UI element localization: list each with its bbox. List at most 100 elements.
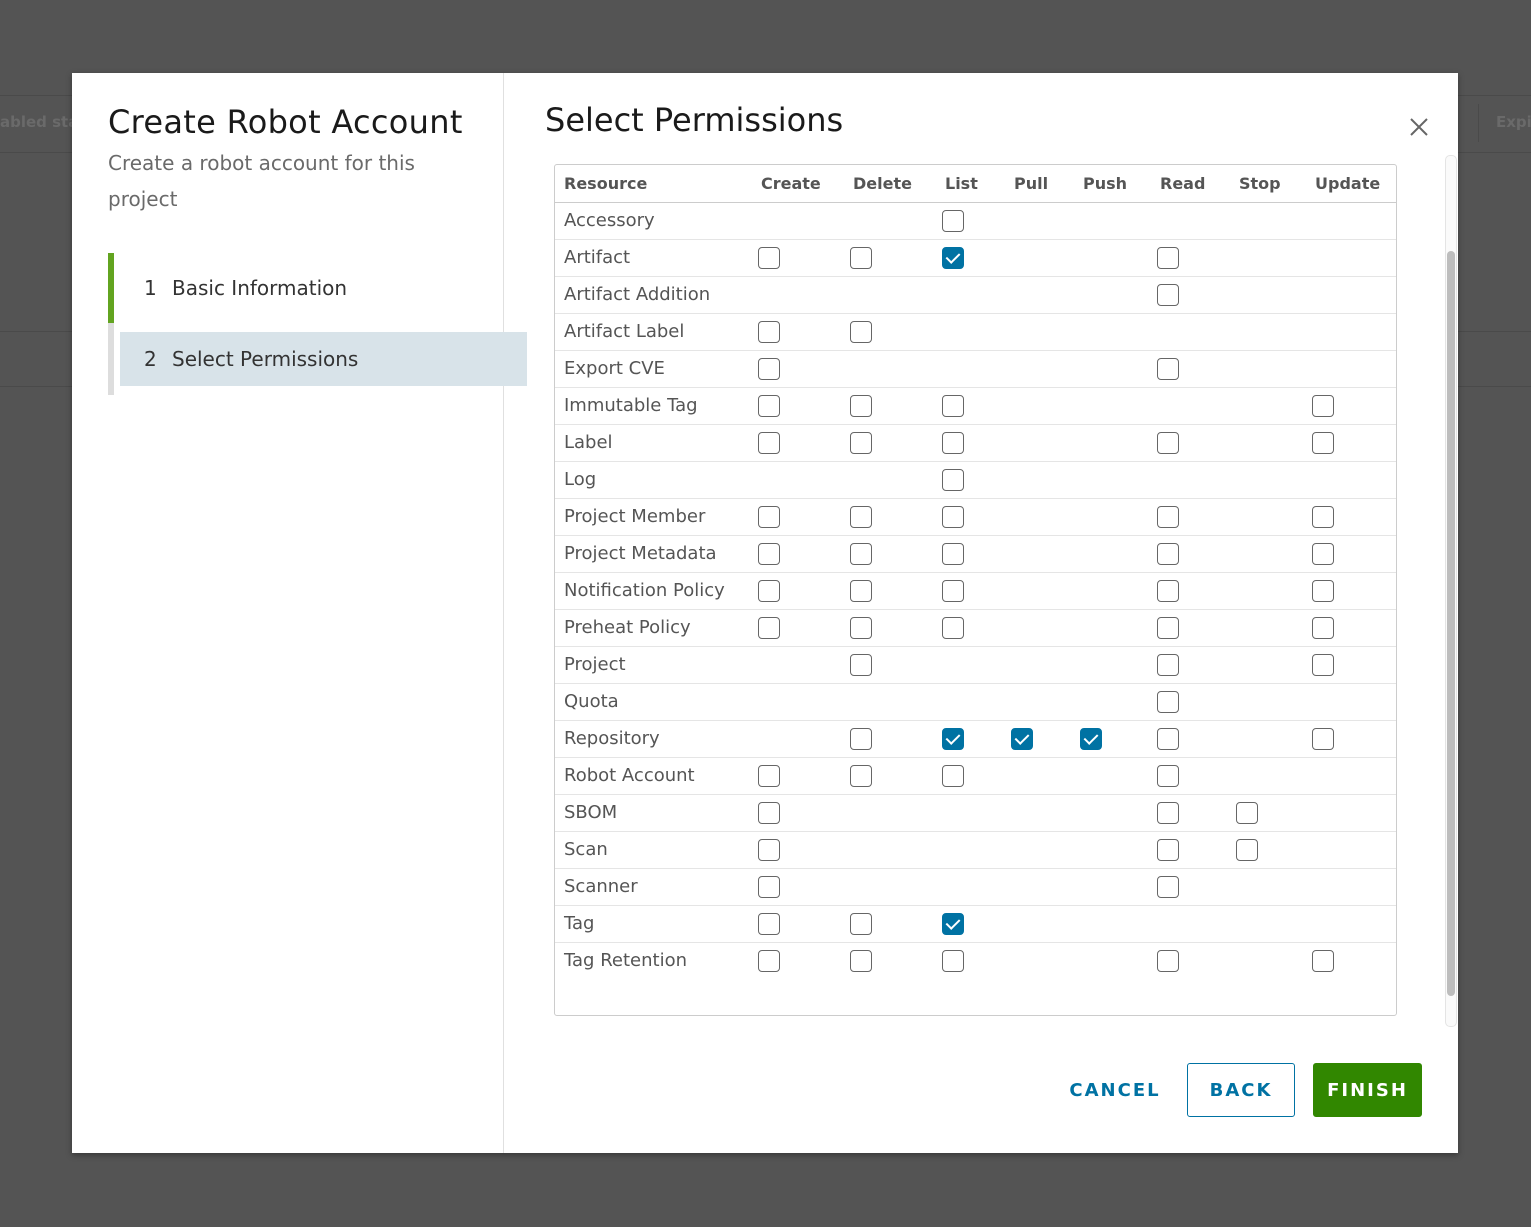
permission-checkbox-read[interactable] <box>1157 876 1179 898</box>
permission-cell-delete <box>844 794 936 832</box>
permission-cell-read <box>1151 498 1230 536</box>
finish-button[interactable]: FINISH <box>1313 1063 1422 1117</box>
permission-checkbox-update[interactable] <box>1312 432 1334 454</box>
permission-checkbox-create[interactable] <box>758 913 780 935</box>
permission-checkbox-update[interactable] <box>1312 728 1334 750</box>
step-basic-information[interactable]: 1 Basic Information <box>108 253 503 323</box>
permission-checkbox-list[interactable] <box>942 469 964 491</box>
permission-checkbox-create[interactable] <box>758 802 780 824</box>
permission-checkbox-create[interactable] <box>758 950 780 972</box>
permission-checkbox-delete[interactable] <box>850 432 872 454</box>
table-row: Accessory <box>555 202 1396 240</box>
permission-checkbox-delete[interactable] <box>850 765 872 787</box>
permission-checkbox-read[interactable] <box>1157 580 1179 602</box>
permission-checkbox-list[interactable] <box>942 617 964 639</box>
step-select-permissions[interactable]: 2 Select Permissions <box>120 332 527 386</box>
permission-checkbox-delete[interactable] <box>850 506 872 528</box>
permission-cell-delete <box>844 905 936 943</box>
permission-cell-create <box>752 498 844 536</box>
permission-checkbox-delete[interactable] <box>850 321 872 343</box>
permission-checkbox-list[interactable] <box>942 247 964 269</box>
cancel-button[interactable]: CANCEL <box>1060 1063 1170 1117</box>
permission-cell-create <box>752 535 844 573</box>
permission-checkbox-create[interactable] <box>758 358 780 380</box>
permission-checkbox-delete[interactable] <box>850 950 872 972</box>
permission-cell-list <box>936 350 1005 388</box>
permission-checkbox-read[interactable] <box>1157 691 1179 713</box>
permissions-table: Resource Create Delete List Pull Push Read Stop… <box>554 164 1397 1016</box>
permission-checkbox-list[interactable] <box>942 432 964 454</box>
permission-checkbox-list[interactable] <box>942 765 964 787</box>
permission-checkbox-read[interactable] <box>1157 839 1179 861</box>
permission-cell-read <box>1151 202 1230 240</box>
permission-checkbox-read[interactable] <box>1157 247 1179 269</box>
permission-cell-pull <box>1005 831 1074 869</box>
permission-checkbox-read[interactable] <box>1157 765 1179 787</box>
permission-checkbox-create[interactable] <box>758 839 780 861</box>
permission-cell-create <box>752 239 844 277</box>
permission-cell-list <box>936 794 1005 832</box>
permission-checkbox-pull[interactable] <box>1011 728 1033 750</box>
permission-checkbox-create[interactable] <box>758 395 780 417</box>
permission-checkbox-delete[interactable] <box>850 580 872 602</box>
permission-checkbox-create[interactable] <box>758 247 780 269</box>
permission-checkbox-create[interactable] <box>758 432 780 454</box>
permission-cell-update <box>1306 239 1396 277</box>
permission-checkbox-create[interactable] <box>758 617 780 639</box>
permission-checkbox-create[interactable] <box>758 321 780 343</box>
permission-checkbox-read[interactable] <box>1157 654 1179 676</box>
permission-cell-update <box>1306 461 1396 499</box>
permission-cell-stop <box>1230 831 1306 869</box>
column-header-resource: Resource <box>555 165 752 203</box>
permission-checkbox-push[interactable] <box>1080 728 1102 750</box>
permission-checkbox-delete[interactable] <box>850 247 872 269</box>
permission-checkbox-create[interactable] <box>758 765 780 787</box>
permission-cell-list <box>936 313 1005 351</box>
permission-checkbox-read[interactable] <box>1157 950 1179 972</box>
permission-checkbox-create[interactable] <box>758 543 780 565</box>
permission-checkbox-read[interactable] <box>1157 432 1179 454</box>
permission-checkbox-stop[interactable] <box>1236 802 1258 824</box>
permission-checkbox-update[interactable] <box>1312 395 1334 417</box>
permission-checkbox-delete[interactable] <box>850 913 872 935</box>
permission-checkbox-list[interactable] <box>942 210 964 232</box>
permission-checkbox-list[interactable] <box>942 728 964 750</box>
permission-checkbox-list[interactable] <box>942 950 964 972</box>
permission-cell-list <box>936 387 1005 425</box>
permission-checkbox-list[interactable] <box>942 543 964 565</box>
permission-checkbox-delete[interactable] <box>850 395 872 417</box>
permission-checkbox-create[interactable] <box>758 506 780 528</box>
step-select-permissions-container: 2 Select Permissions <box>108 323 527 395</box>
permission-checkbox-delete[interactable] <box>850 728 872 750</box>
permission-checkbox-update[interactable] <box>1312 654 1334 676</box>
permission-checkbox-read[interactable] <box>1157 543 1179 565</box>
close-button[interactable] <box>1407 115 1431 139</box>
permission-checkbox-create[interactable] <box>758 580 780 602</box>
permission-checkbox-update[interactable] <box>1312 617 1334 639</box>
permission-checkbox-update[interactable] <box>1312 543 1334 565</box>
permission-checkbox-read[interactable] <box>1157 506 1179 528</box>
scrollbar-thumb[interactable] <box>1447 251 1455 996</box>
permission-checkbox-list[interactable] <box>942 913 964 935</box>
permission-checkbox-list[interactable] <box>942 580 964 602</box>
permission-cell-pull <box>1005 943 1074 980</box>
permission-checkbox-list[interactable] <box>942 506 964 528</box>
permission-checkbox-update[interactable] <box>1312 506 1334 528</box>
permission-checkbox-read[interactable] <box>1157 284 1179 306</box>
permission-checkbox-delete[interactable] <box>850 617 872 639</box>
resource-name: Notification Policy <box>555 572 752 610</box>
permission-checkbox-stop[interactable] <box>1236 839 1258 861</box>
permission-checkbox-read[interactable] <box>1157 617 1179 639</box>
permission-checkbox-update[interactable] <box>1312 950 1334 972</box>
permission-cell-list <box>936 535 1005 573</box>
permission-checkbox-create[interactable] <box>758 876 780 898</box>
permission-checkbox-read[interactable] <box>1157 728 1179 750</box>
permission-checkbox-delete[interactable] <box>850 543 872 565</box>
permission-checkbox-read[interactable] <box>1157 802 1179 824</box>
permission-checkbox-delete[interactable] <box>850 654 872 676</box>
permission-checkbox-read[interactable] <box>1157 358 1179 380</box>
back-button[interactable]: BACK <box>1187 1063 1295 1117</box>
permission-checkbox-list[interactable] <box>942 395 964 417</box>
permission-checkbox-update[interactable] <box>1312 580 1334 602</box>
permission-cell-read <box>1151 609 1230 647</box>
